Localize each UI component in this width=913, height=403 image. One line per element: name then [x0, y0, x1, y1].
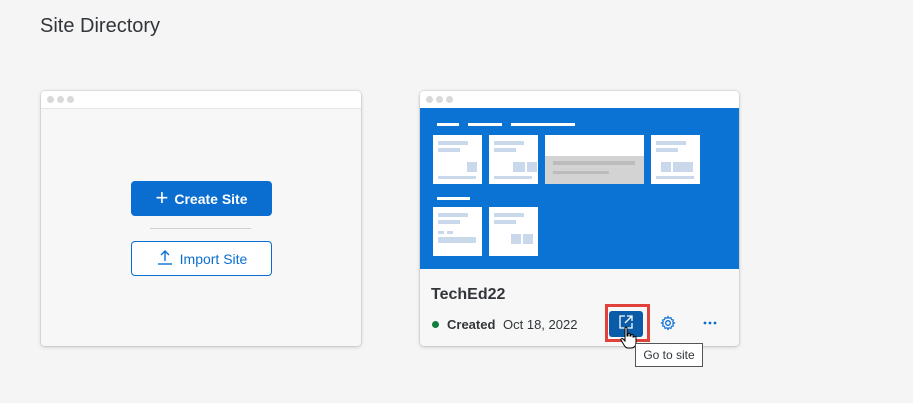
create-site-card: + Create Site Import Site [41, 91, 361, 346]
divider [150, 228, 251, 229]
window-chrome [420, 91, 739, 108]
create-site-label: Create Site [174, 190, 248, 207]
window-dots-icon [426, 96, 453, 103]
status-text: Created [447, 317, 496, 332]
more-icon [702, 315, 718, 336]
tooltip: Go to site [635, 343, 703, 367]
site-preview-thumbnail[interactable] [420, 108, 739, 269]
page-title: Site Directory [40, 15, 161, 37]
import-site-button[interactable]: Import Site [131, 241, 272, 276]
window-dots-icon [47, 96, 74, 103]
plus-icon: + [155, 184, 169, 210]
more-options-button[interactable] [697, 312, 723, 338]
gear-icon [660, 314, 676, 336]
window-chrome [41, 91, 361, 109]
status-dot [432, 321, 439, 328]
settings-button[interactable] [655, 312, 681, 338]
create-site-button[interactable]: + Create Site [131, 181, 272, 216]
upload-icon [156, 248, 174, 269]
import-site-label: Import Site [179, 250, 248, 267]
site-date: Oct 18, 2022 [503, 317, 578, 332]
site-card[interactable]: TechEd22 Created Oct 18, 2022 [420, 91, 739, 346]
site-name: TechEd22 [431, 286, 506, 303]
